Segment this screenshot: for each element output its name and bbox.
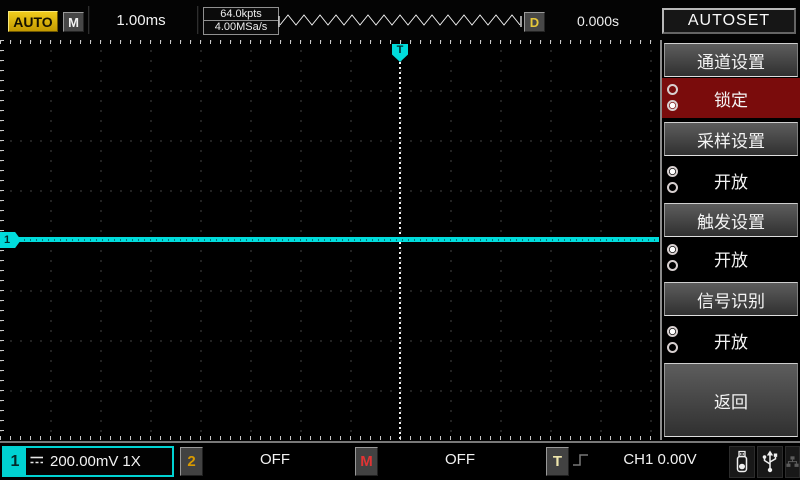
top-status-bar: AUTO M 1.00ms 64.0kpts 4.00MSa/s D 0.000… xyxy=(0,0,800,40)
menu-button-channel-settings[interactable]: 通道设置 xyxy=(664,43,798,77)
radio-selected xyxy=(667,244,678,255)
trace-texture xyxy=(0,239,659,241)
channel1-trace xyxy=(0,237,659,242)
math-status: OFF xyxy=(385,451,535,468)
menu-option-open-1[interactable]: 开放 xyxy=(662,160,800,200)
menu-option-label: 开放 xyxy=(714,246,748,271)
radio-group xyxy=(667,243,681,273)
main-timebase-badge: M xyxy=(63,12,84,32)
channel1-status-box: 1 200.00mV 1X xyxy=(2,446,174,477)
acquisition-mode-badge: AUTO xyxy=(8,11,58,32)
channel2-status: OFF xyxy=(205,451,345,468)
radio-unselected xyxy=(667,182,678,193)
menu-option-lock[interactable]: 锁定 xyxy=(662,78,800,118)
radio-selected xyxy=(667,100,678,111)
soft-menu-sidebar: 通道设置 锁定 采样设置 开放 触发设置 开放 信号识别 xyxy=(660,40,800,440)
trigger-badge: T xyxy=(546,447,569,476)
radio-selected xyxy=(667,326,678,337)
oscilloscope-screen: AUTO M 1.00ms 64.0kpts 4.00MSa/s D 0.000… xyxy=(0,0,800,480)
channel1-badge: 1 xyxy=(4,448,26,475)
menu-option-open-3[interactable]: 开放 xyxy=(662,320,800,360)
math-badge: M xyxy=(355,447,378,476)
timebase-value: 1.00ms xyxy=(95,11,187,31)
radio-selected xyxy=(667,166,678,177)
channel1-probe: 1X xyxy=(122,453,140,470)
radio-group xyxy=(667,83,681,113)
channel1-scale: 200.00mV xyxy=(50,453,118,470)
graticule-bottom-ticks xyxy=(0,436,660,440)
divider xyxy=(197,6,199,34)
usb-device-icon xyxy=(757,446,783,478)
trigger-position-line xyxy=(399,62,401,440)
autoset-button[interactable]: AUTOSET xyxy=(662,8,796,34)
menu-button-trigger-settings[interactable]: 触发设置 xyxy=(664,203,798,237)
rising-edge-icon xyxy=(572,452,590,473)
menu-button-return[interactable]: 返回 xyxy=(664,363,798,437)
radio-group xyxy=(667,165,681,195)
radio-group xyxy=(667,325,681,355)
menu-button-sampling-settings[interactable]: 采样设置 xyxy=(664,122,798,156)
memory-depth-box: 64.0kpts 4.00MSa/s xyxy=(203,7,279,35)
menu-option-label: 开放 xyxy=(714,168,748,193)
sample-rate-value: 4.00MSa/s xyxy=(204,21,278,34)
delay-badge: D xyxy=(524,12,545,32)
memory-waveform-preview xyxy=(278,12,522,29)
channel2-badge: 2 xyxy=(180,447,203,476)
dc-coupling-icon xyxy=(30,453,44,471)
menu-option-open-2[interactable]: 开放 xyxy=(662,238,800,278)
radio-unselected xyxy=(667,84,678,95)
menu-button-signal-recognition[interactable]: 信号识别 xyxy=(664,282,798,316)
menu-option-label: 开放 xyxy=(714,328,748,353)
trigger-position-value: 0.000s xyxy=(548,11,648,31)
divider xyxy=(88,6,90,34)
graticule-top-ticks xyxy=(0,40,660,44)
menu-option-label: 锁定 xyxy=(714,86,748,111)
bottom-status-bar: 1 200.00mV 1X 2 OFF M OFF T CH1 0.00V xyxy=(0,441,800,480)
usb-drive-icon xyxy=(729,446,755,478)
radio-unselected xyxy=(667,342,678,353)
radio-unselected xyxy=(667,260,678,271)
lan-icon xyxy=(785,446,800,478)
memory-depth-value: 64.0kpts xyxy=(204,8,278,21)
trigger-source-level: CH1 0.00V xyxy=(600,451,720,468)
